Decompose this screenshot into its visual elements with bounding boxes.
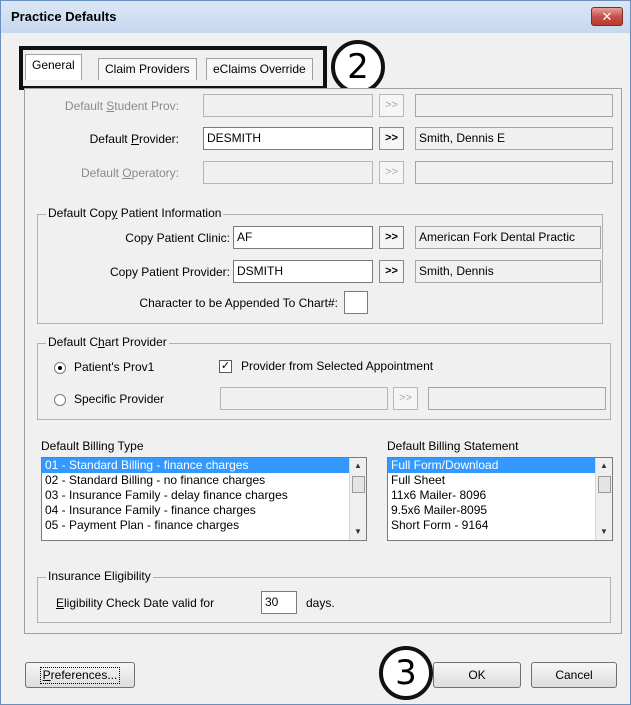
copy-patient-group-title: Default Copy Patient Information <box>46 206 224 220</box>
tab-general-label: General <box>32 58 75 72</box>
list-item[interactable]: 03 - Insurance Family - delay finance ch… <box>42 488 366 503</box>
scroll-down-icon[interactable]: ▼ <box>596 524 612 540</box>
tab-claim-providers[interactable]: Claim Providers <box>98 58 197 80</box>
patients-prov1-radio[interactable] <box>54 362 66 374</box>
checkmark-icon: ✓ <box>220 360 231 372</box>
tab-general[interactable]: General <box>25 54 82 80</box>
specific-provider-name <box>428 387 606 410</box>
close-icon: ✕ <box>601 9 613 24</box>
default-operatory-pick-button[interactable]: >> <box>379 161 404 184</box>
close-button[interactable]: ✕ <box>591 7 623 26</box>
selected-appointment-checkbox[interactable]: ✓ <box>219 360 232 373</box>
copy-patient-clinic-name: American Fork Dental Practic <box>415 226 601 249</box>
student-prov-label: Default Student Prov: <box>64 99 179 113</box>
practice-defaults-dialog: Practice Defaults ✕ General Claim Provid… <box>0 0 631 705</box>
student-prov-name <box>415 94 613 117</box>
default-provider-label: Default Provider: <box>89 132 179 146</box>
billing-type-listbox[interactable]: 01 - Standard Billing - finance charges … <box>41 457 367 541</box>
specific-provider-input[interactable] <box>220 387 388 410</box>
eligibility-check-label: Eligibility Check Date valid for <box>56 596 215 610</box>
selected-appointment-label: Provider from Selected Appointment <box>241 359 434 373</box>
tab-eclaims-override-label: eClaims Override <box>213 62 306 76</box>
copy-patient-provider-name: Smith, Dennis <box>415 260 601 283</box>
default-provider-input[interactable]: DESMITH <box>203 127 373 150</box>
patients-prov1-label: Patient's Prov1 <box>74 360 155 374</box>
copy-patient-group: Default Copy Patient Information Copy Pa… <box>37 206 603 324</box>
specific-provider-label: Specific Provider <box>74 392 165 406</box>
list-item[interactable]: Short Form - 9164 <box>388 518 612 533</box>
scroll-thumb[interactable] <box>598 476 611 493</box>
cancel-button[interactable]: Cancel <box>531 662 617 688</box>
callout-badge-3: 3 <box>379 646 433 700</box>
title-bar: Practice Defaults ✕ <box>1 1 630 33</box>
specific-provider-pick-button[interactable]: >> <box>393 387 418 410</box>
default-provider-name: Smith, Dennis E <box>415 127 613 150</box>
list-item[interactable]: 02 - Standard Billing - no finance charg… <box>42 473 366 488</box>
eligibility-days-input[interactable]: 30 <box>261 591 297 614</box>
default-provider-pick-button[interactable]: >> <box>379 127 404 150</box>
list-item[interactable]: 04 - Insurance Family - finance charges <box>42 503 366 518</box>
student-prov-input[interactable] <box>203 94 373 117</box>
list-item[interactable]: Full Sheet <box>388 473 612 488</box>
window-title: Practice Defaults <box>11 9 117 24</box>
copy-patient-provider-label: Copy Patient Provider: <box>109 265 230 279</box>
scroll-up-icon[interactable]: ▲ <box>350 458 366 474</box>
tab-eclaims-override[interactable]: eClaims Override <box>206 58 313 80</box>
student-prov-pick-button[interactable]: >> <box>379 94 404 117</box>
append-chart-label: Character to be Appended To Chart#: <box>139 296 338 310</box>
insurance-eligibility-title: Insurance Eligibility <box>46 569 153 583</box>
tab-strip-highlight: General Claim Providers eClaims Override <box>19 46 327 90</box>
specific-provider-radio[interactable] <box>54 394 66 406</box>
copy-patient-provider-pick-button[interactable]: >> <box>379 260 404 283</box>
list-item[interactable]: 9.5x6 Mailer-8095 <box>388 503 612 518</box>
list-item[interactable]: Full Form/Download <box>388 458 612 473</box>
list-item[interactable]: 01 - Standard Billing - finance charges <box>42 458 366 473</box>
days-label: days. <box>306 596 335 610</box>
general-tab-panel: Default Student Prov: >> Default Provide… <box>24 88 622 634</box>
scroll-thumb[interactable] <box>352 476 365 493</box>
copy-patient-clinic-pick-button[interactable]: >> <box>379 226 404 249</box>
billing-statement-label: Default Billing Statement <box>387 439 519 453</box>
billing-statement-listbox[interactable]: Full Form/Download Full Sheet 11x6 Maile… <box>387 457 613 541</box>
billing-type-scrollbar[interactable]: ▲ ▼ <box>349 458 366 540</box>
list-item[interactable]: 05 - Payment Plan - finance charges <box>42 518 366 533</box>
scroll-up-icon[interactable]: ▲ <box>596 458 612 474</box>
copy-patient-provider-input[interactable]: DSMITH <box>233 260 373 283</box>
list-item[interactable]: 11x6 Mailer- 8096 <box>388 488 612 503</box>
copy-patient-clinic-label: Copy Patient Clinic: <box>125 231 230 245</box>
billing-type-label: Default Billing Type <box>41 439 144 453</box>
copy-patient-clinic-input[interactable]: AF <box>233 226 373 249</box>
tab-claim-providers-label: Claim Providers <box>105 62 190 76</box>
preferences-button-label: Preferences... <box>39 667 121 684</box>
default-operatory-input[interactable] <box>203 161 373 184</box>
callout-badge-2: 2 <box>331 40 385 94</box>
chart-provider-group-title: Default Chart Provider <box>46 335 169 349</box>
append-chart-input[interactable] <box>344 291 368 314</box>
scroll-down-icon[interactable]: ▼ <box>350 524 366 540</box>
default-operatory-name <box>415 161 613 184</box>
preferences-button[interactable]: Preferences... <box>25 662 135 688</box>
default-operatory-label: Default Operatory: <box>80 166 179 180</box>
chart-provider-group: Default Chart Provider Patient's Prov1 ✓… <box>37 335 611 420</box>
ok-button[interactable]: OK <box>433 662 521 688</box>
billing-statement-scrollbar[interactable]: ▲ ▼ <box>595 458 612 540</box>
insurance-eligibility-group: Insurance Eligibility Eligibility Check … <box>37 569 611 623</box>
